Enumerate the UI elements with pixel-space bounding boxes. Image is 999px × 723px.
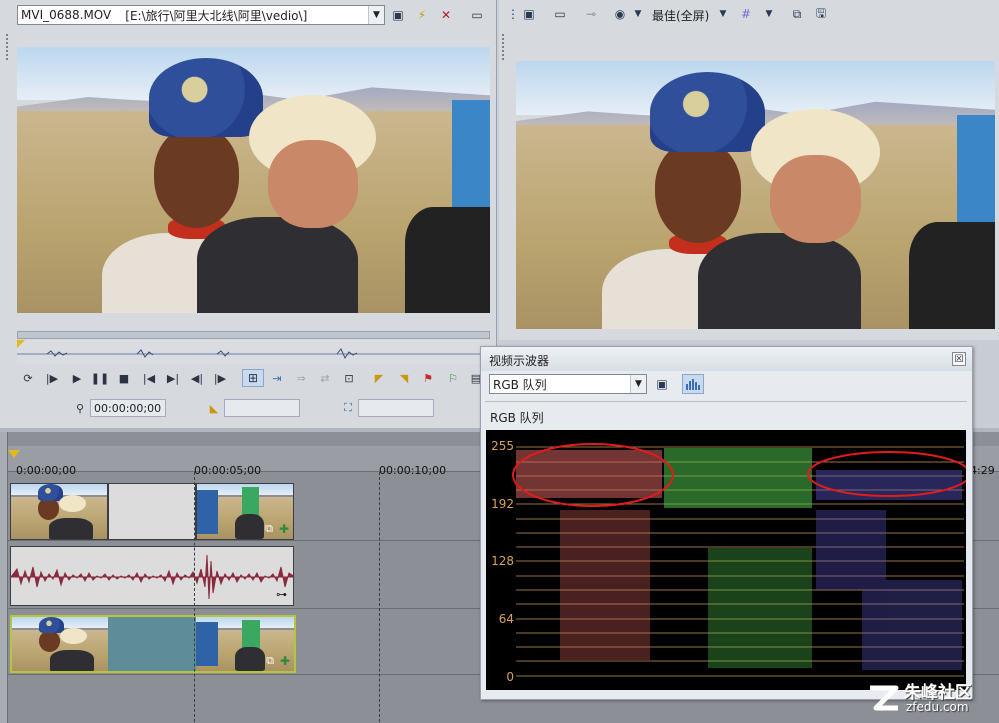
in-point-field[interactable]	[224, 399, 300, 417]
preview-quality-label[interactable]: 最佳(全屏)	[652, 7, 709, 24]
go-to-start-icon[interactable]: |◀	[139, 369, 159, 387]
scope-y-label: 255	[491, 439, 514, 453]
preview-video-frame	[516, 61, 995, 329]
scope-title-bar[interactable]: 视频示波器	[481, 347, 972, 371]
stop-icon[interactable]: ■	[114, 369, 134, 387]
length-field[interactable]	[358, 399, 434, 417]
monitor-icon[interactable]: ▭	[468, 6, 486, 24]
go-to-end-icon[interactable]: ▶|	[163, 369, 183, 387]
in-point-icon: ◣	[209, 401, 219, 415]
scope-y-label: 192	[491, 497, 514, 511]
chevron-down-icon[interactable]: ▼	[629, 5, 647, 23]
next-frame-icon[interactable]: |▶	[210, 369, 230, 387]
close-icon[interactable]: ✕	[437, 6, 455, 24]
marker-icon[interactable]: ⚑	[418, 369, 438, 387]
trimmer-panel: MVI_0688.MOV [E:\旅行\阿里大北线\阿里\vedio\] ▼ ▣…	[0, 0, 497, 428]
crop-icon[interactable]: ⧉	[266, 654, 274, 668]
watermark: 朱峰社区 zfedu.com	[866, 676, 996, 720]
project-properties-icon[interactable]: ▣	[520, 5, 538, 23]
scope-mode-dropdown[interactable]: RGB 队列 ▼	[489, 374, 647, 394]
audio-waveform	[11, 554, 293, 600]
select-region-icon[interactable]: ⊞	[242, 369, 264, 387]
watermark-text-en: zfedu.com	[906, 700, 969, 714]
lightning-icon[interactable]: ⚡	[413, 6, 431, 24]
scope-mode-value: RGB 队列	[493, 377, 547, 392]
save-snapshot-icon[interactable]: 🖫	[812, 5, 830, 23]
pin-icon: ⚲	[75, 401, 85, 415]
clip-source-dropdown[interactable]: MVI_0688.MOV [E:\旅行\阿里大北线\阿里\vedio\] ▼	[17, 5, 385, 25]
insert-icon[interactable]: ⇥	[267, 369, 287, 387]
update-scope-icon[interactable]	[682, 374, 704, 394]
split-screen-icon[interactable]: ⊸	[582, 5, 600, 23]
external-monitor-icon[interactable]: ▭	[551, 5, 569, 23]
play-from-start-icon[interactable]: |▶	[42, 369, 62, 387]
loop-icon[interactable]: ⟳	[18, 369, 38, 387]
chevron-down-icon: ▼	[368, 6, 384, 24]
video-clip-selected[interactable]: ✚ ⧉	[10, 615, 296, 673]
watermark-logo-icon	[870, 685, 899, 711]
scope-mode-caption: RGB 队列	[490, 411, 544, 425]
scrub-bar[interactable]	[17, 331, 490, 339]
pause-icon[interactable]: ❚❚	[90, 369, 110, 387]
preview-fx-icon[interactable]: ◉	[611, 5, 629, 23]
prev-frame-icon[interactable]: ◀|	[187, 369, 207, 387]
overlay-grid-icon[interactable]: #	[737, 5, 755, 23]
replace-icon[interactable]: ⇄	[315, 369, 335, 387]
video-scope-window[interactable]: 视频示波器 ☒ RGB 队列 ▼ ▣ RGB 队列 255 192 128 64…	[480, 346, 973, 700]
clip-name: MVI_0688.MOV	[21, 8, 112, 22]
close-icon[interactable]: ☒	[952, 352, 966, 366]
gridline	[379, 472, 380, 722]
scope-traces	[512, 443, 966, 677]
grip-handle[interactable]	[502, 34, 505, 60]
crop-icon[interactable]: ⧉	[265, 522, 273, 536]
fit-icon[interactable]: ⊡	[339, 369, 359, 387]
region-icon[interactable]: ⚐	[443, 369, 463, 387]
fx-icon[interactable]: ✚	[280, 654, 290, 668]
grip-handle[interactable]	[6, 34, 9, 60]
gridline	[194, 472, 195, 722]
preview-panel: ⋮ ▣ ▭ ⊸ ◉ ▼ 最佳(全屏) ▼ # ▼ ⧉ 🖫	[499, 0, 999, 340]
chevron-down-icon[interactable]: ▼	[760, 5, 778, 23]
video-clip-gap[interactable]	[108, 483, 196, 540]
media-properties-icon[interactable]: ▣	[389, 6, 407, 24]
chevron-down-icon: ▼	[630, 375, 646, 393]
video-clip[interactable]: ✚ ⧉	[196, 483, 294, 540]
scope-y-label: 0	[506, 670, 514, 684]
copy-snapshot-icon[interactable]: ⧉	[788, 5, 806, 23]
fx-icon[interactable]: ⊶	[276, 588, 287, 601]
mark-in-icon[interactable]: ◤	[369, 369, 389, 387]
clip-path: [E:\旅行\阿里大北线\阿里\vedio\]	[125, 8, 308, 23]
playhead-marker[interactable]	[8, 450, 20, 458]
trimmer-audio-waveform[interactable]	[17, 340, 490, 364]
scope-settings-icon[interactable]: ▣	[653, 375, 671, 393]
chevron-down-icon[interactable]: ▼	[714, 5, 732, 23]
scope-window-title: 视频示波器	[489, 354, 550, 368]
scope-plot: 255 192 128 64 0	[486, 430, 966, 690]
length-icon: ⛶	[344, 401, 352, 414]
trimmer-video-frame	[17, 47, 490, 313]
scope-y-label: 128	[491, 554, 514, 568]
track-header-edge	[0, 432, 8, 723]
play-icon[interactable]: ▶	[67, 369, 87, 387]
scope-y-label: 64	[498, 612, 514, 626]
fx-icon[interactable]: ✚	[279, 522, 289, 536]
audio-clip[interactable]: ⊶	[10, 546, 294, 606]
time-position-field[interactable]: 00:00:00;00	[90, 399, 166, 417]
mark-out-icon[interactable]: ◥	[394, 369, 414, 387]
overwrite-icon[interactable]: ⇒	[291, 369, 311, 387]
video-clip[interactable]	[10, 483, 108, 540]
